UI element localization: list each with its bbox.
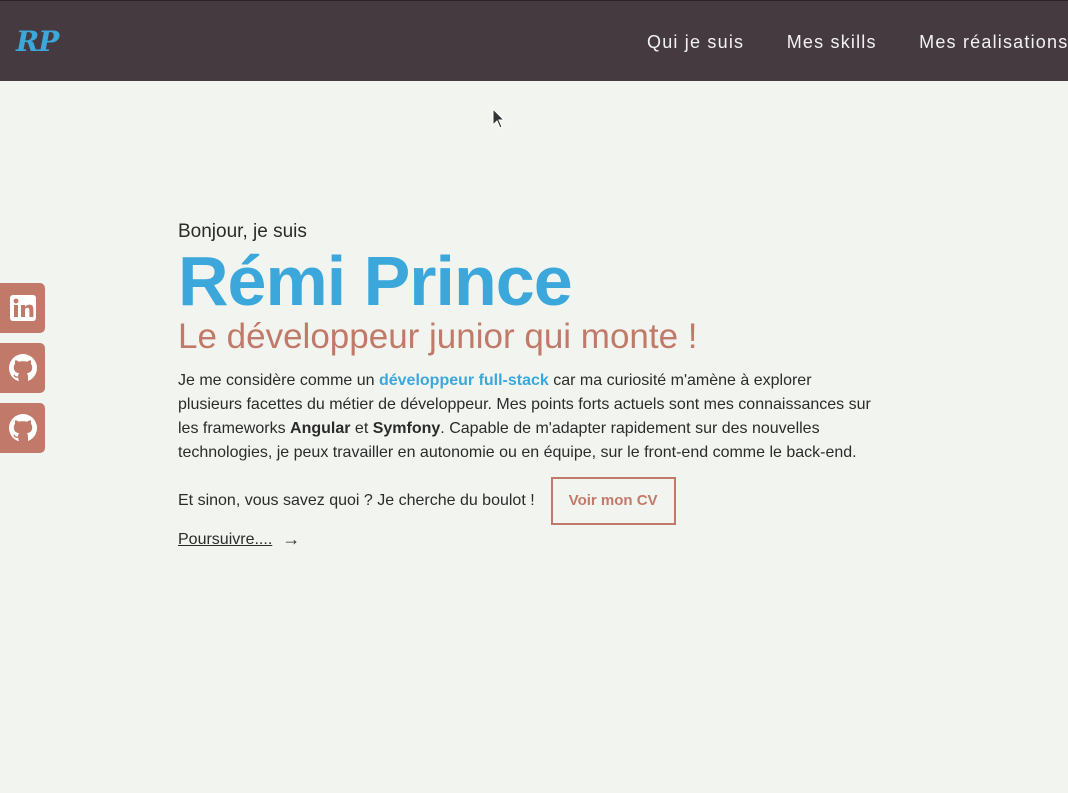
nav-menu: Qui je suis Mes skills Mes réalisations — [647, 32, 1068, 53]
hero-name: Rémi Prince — [178, 242, 573, 320]
site-logo[interactable]: RP — [16, 25, 59, 58]
mouse-cursor-icon — [492, 108, 506, 129]
greeting: Bonjour, je suis — [178, 221, 307, 242]
social-sidebar — [0, 283, 45, 463]
hero-subtitle: Le développeur junior qui monte ! — [178, 317, 698, 356]
github-button[interactable] — [0, 343, 45, 393]
github-button-2[interactable] — [0, 403, 45, 453]
navbar: RP Qui je suis Mes skills Mes réalisatio… — [0, 0, 1068, 81]
desc-text: Je me considère comme un — [178, 372, 379, 389]
full-stack-highlight: développeur full-stack — [378, 372, 549, 389]
linkedin-button[interactable] — [0, 283, 45, 333]
symfony-label: Symfony — [372, 420, 441, 437]
angular-label: Angular — [290, 420, 351, 437]
nav-link-mes-skills[interactable]: Mes skills — [787, 32, 877, 53]
github-icon — [8, 354, 37, 382]
arrow-right-icon[interactable]: → — [282, 529, 300, 550]
view-cv-button[interactable]: Voir mon CV — [550, 477, 676, 525]
linkedin-icon — [9, 295, 36, 321]
cv-row: Et sinon, vous savez quoi ? Je cherche d… — [178, 477, 878, 525]
hero-section: Bonjour, je suis Rémi Prince Le développ… — [178, 221, 878, 550]
github-icon — [8, 414, 37, 442]
nav-link-mes-realisations[interactable]: Mes réalisations — [919, 32, 1068, 53]
nav-link-qui-je-suis[interactable]: Qui je suis — [647, 32, 744, 53]
hero-description: Je me considère comme un développeur ful… — [178, 369, 878, 465]
continue-link[interactable]: Poursuivre.... — [178, 531, 272, 549]
more-row: Poursuivre.... → — [178, 529, 878, 550]
cv-text: Et sinon, vous savez quoi ? Je cherche d… — [178, 492, 535, 509]
desc-text: et — [350, 420, 373, 437]
